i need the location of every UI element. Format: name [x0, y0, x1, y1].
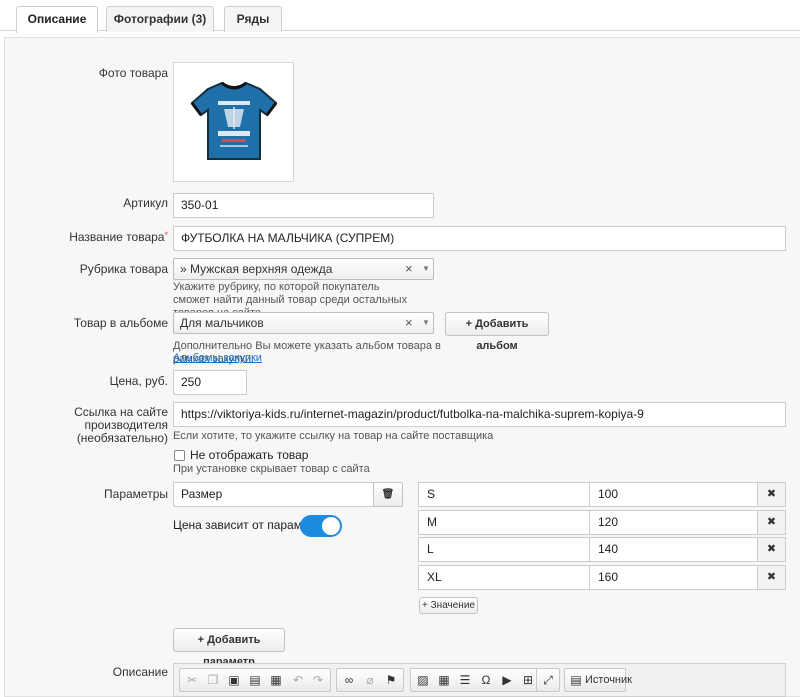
tab-rows[interactable]: Ряды [224, 6, 282, 32]
undo-icon[interactable]: ↶ [288, 669, 308, 691]
category-value: » Мужская верхняя одежда [180, 262, 333, 276]
photo-label: Фото товара [98, 66, 168, 80]
close-icon: ✖ [766, 488, 777, 500]
hide-product-label[interactable]: Не отображать товар [190, 448, 308, 462]
price-input[interactable]: 250 [173, 370, 247, 395]
delete-value-button[interactable]: ✖ [757, 483, 785, 506]
param-value-row: XL 160 ✖ [418, 565, 786, 590]
param-value-name[interactable]: S [419, 483, 589, 506]
price-label: Цена, руб. [109, 374, 168, 388]
param-value-row: L 140 ✖ [418, 537, 786, 562]
param-value-price[interactable]: 160 [590, 566, 758, 589]
album-label: Товар в альбоме [73, 316, 168, 330]
sku-label: Артикул [123, 196, 168, 210]
url-label: Ссылка на сайте производителя (необязате… [0, 406, 168, 445]
delete-value-button[interactable]: ✖ [757, 511, 785, 534]
delete-value-button[interactable]: ✖ [757, 538, 785, 561]
youtube-icon[interactable]: ▶ [497, 669, 517, 691]
table-icon[interactable]: ▦ [434, 669, 454, 691]
description-label: Описание [112, 665, 168, 679]
chevron-down-icon[interactable]: ▼ [422, 313, 430, 333]
url-label-line1: Ссылка на сайте производителя [74, 405, 168, 432]
redo-icon[interactable]: ↷ [308, 669, 328, 691]
editor-toolbar: ✂ ❐ ▣ ▤ ▦ ↶ ↷ ∞ ⌀ ⚑ ▨ ▦ ☰ Ω ▶ ⊞ ⤢ ▤ Исто… [173, 663, 786, 697]
tab-description[interactable]: Описание [16, 6, 98, 33]
delete-param-button[interactable]: 🗑 [373, 482, 403, 507]
paste-word-icon[interactable]: ▦ [266, 669, 286, 691]
albums-link[interactable]: Альбомы закупки [173, 352, 262, 365]
hide-product-checkbox[interactable] [174, 450, 185, 461]
unlink-icon[interactable]: ⌀ [360, 669, 380, 691]
add-param-button[interactable]: + Добавить параметр [173, 628, 285, 668]
tab-bar: Описание Фотографии (3) Ряды [0, 0, 800, 33]
url-label-line2: (необязательно) [76, 431, 168, 445]
image-icon[interactable]: ▨ [413, 669, 433, 691]
tab-photos[interactable]: Фотографии (3) [106, 6, 214, 32]
close-icon: ✖ [766, 516, 777, 528]
toggle-knob [322, 517, 340, 535]
close-icon: ✖ [766, 571, 777, 583]
album-select[interactable]: Для мальчиков × ▼ [173, 312, 434, 334]
product-name-input[interactable]: ФУТБОЛКА НА МАЛЬЧИКА (СУПРЕМ) [173, 226, 786, 251]
manufacturer-url-input[interactable]: https://viktoriya-kids.ru/internet-magaz… [173, 402, 786, 427]
close-icon: ✖ [766, 543, 777, 555]
paste-text-icon[interactable]: ▤ [245, 669, 265, 691]
param-value-price[interactable]: 100 [590, 483, 758, 506]
source-icon: ▤ [570, 673, 582, 687]
params-label: Параметры [104, 487, 168, 501]
param-value-name[interactable]: L [419, 538, 589, 561]
maximize-icon[interactable]: ⤢ [538, 669, 558, 691]
param-value-price[interactable]: 140 [590, 538, 758, 561]
toolbar-group-insert: ▨ ▦ ☰ Ω ▶ ⊞ [410, 668, 540, 692]
paste-icon[interactable]: ▣ [224, 669, 244, 691]
chevron-down-icon[interactable]: ▼ [422, 259, 430, 279]
name-label: Название товара* [69, 230, 168, 244]
toolbar-group-maximize: ⤢ [536, 668, 560, 692]
url-hint: Если хотите, то укажите ссылку на товар … [173, 430, 494, 442]
source-label: Источник [585, 674, 632, 686]
anchor-icon[interactable]: ⚑ [381, 669, 401, 691]
form-panel [4, 37, 800, 697]
param-value-price[interactable]: 120 [590, 511, 758, 534]
tshirt-image [190, 81, 278, 160]
album-value: Для мальчиков [180, 316, 264, 330]
toolbar-group-clipboard: ✂ ❐ ▣ ▤ ▦ ↶ ↷ [179, 668, 331, 692]
param-name-input[interactable]: Размер [173, 482, 374, 507]
param-value-name[interactable]: M [419, 511, 589, 534]
required-mark: * [164, 230, 168, 240]
param-value-row: M 120 ✖ [418, 510, 786, 535]
delete-value-button[interactable]: ✖ [757, 566, 785, 589]
category-select[interactable]: » Мужская верхняя одежда × ▼ [173, 258, 434, 280]
hr-icon[interactable]: ☰ [455, 669, 475, 691]
name-label-text: Название товара [69, 230, 165, 244]
copy-icon[interactable]: ❐ [203, 669, 223, 691]
add-value-button[interactable]: + Значение [419, 597, 478, 614]
cut-icon[interactable]: ✂ [182, 669, 202, 691]
special-char-icon[interactable]: Ω [476, 669, 496, 691]
hide-product-hint: При установке скрывает товар с сайта [173, 463, 370, 475]
add-album-button[interactable]: + Добавить альбом [445, 312, 549, 352]
source-button[interactable]: ▤ Источник [564, 668, 632, 692]
param-value-name[interactable]: XL [419, 566, 589, 589]
clear-icon[interactable]: × [405, 313, 413, 333]
link-icon[interactable]: ∞ [339, 669, 359, 691]
price-depends-toggle[interactable] [300, 515, 342, 537]
category-label: Рубрика товара [79, 262, 168, 276]
clear-icon[interactable]: × [405, 259, 413, 279]
trash-icon: 🗑 [381, 489, 395, 500]
toolbar-group-links: ∞ ⌀ ⚑ [336, 668, 404, 692]
plus-icon[interactable]: ⊞ [518, 669, 538, 691]
sku-input[interactable]: 350-01 [173, 193, 434, 218]
product-photo[interactable] [173, 62, 294, 182]
param-value-row: S 100 ✖ [418, 482, 786, 507]
